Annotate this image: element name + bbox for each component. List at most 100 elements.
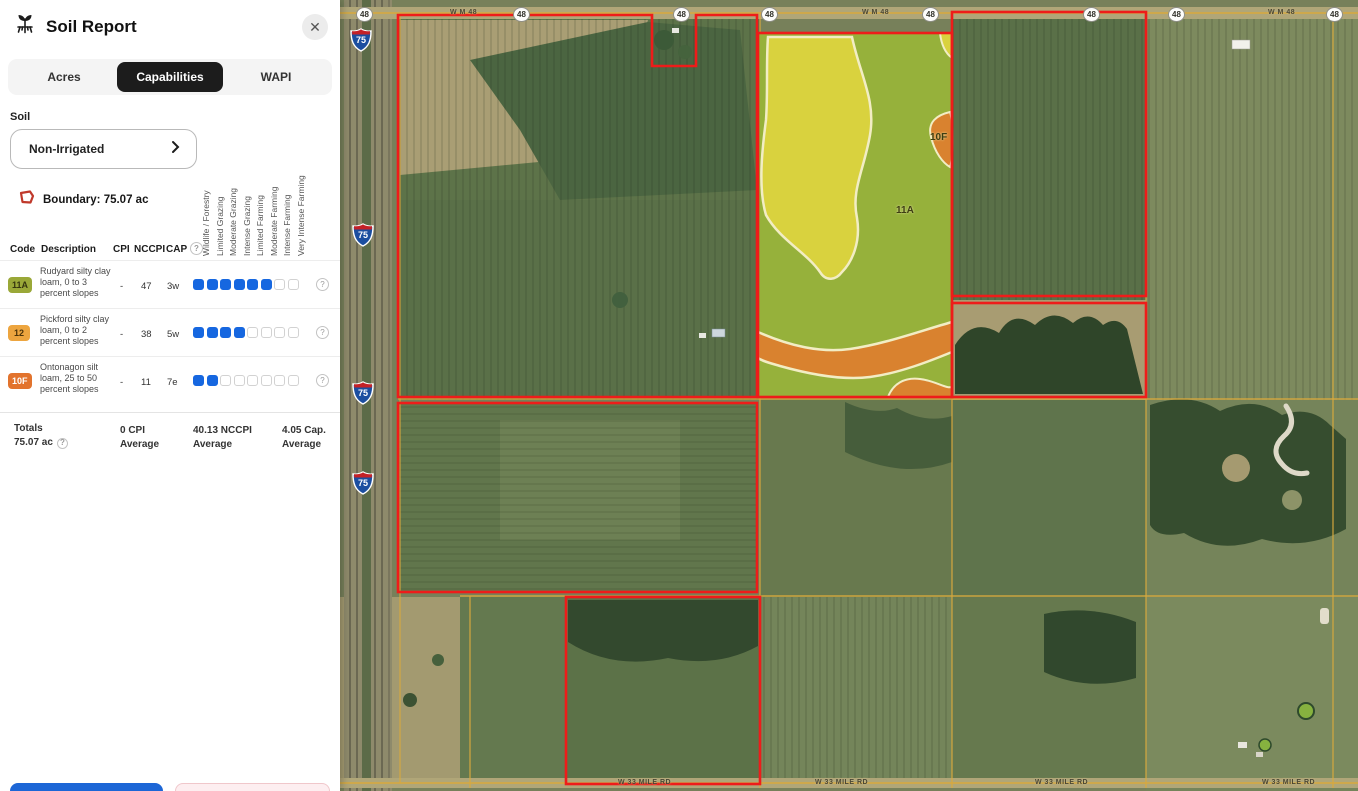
boundary-shape-icon [18, 189, 35, 210]
cpi-value: - [120, 281, 123, 292]
irrigation-dropdown-value: Non-Irrigated [29, 142, 168, 156]
totals-nccpi: 40.13 NCCPIAverage [193, 424, 252, 451]
road-label-top: W M 48 [1268, 9, 1295, 16]
interstate-75-shield-icon: 75 [352, 223, 374, 247]
panel-header: Soil Report ✕ [0, 0, 340, 51]
interstate-75-shield-icon: 75 [352, 471, 374, 495]
route-48-shield-icon: 48 [1168, 7, 1185, 22]
cpi-value: - [120, 329, 123, 340]
col-header-cpi: CPI [113, 244, 130, 255]
capability-square-empty [288, 279, 299, 290]
capability-squares [193, 327, 299, 338]
capability-square-filled [207, 375, 218, 386]
cpi-value: - [120, 377, 123, 388]
tab-acres[interactable]: Acres [11, 62, 117, 92]
route-48-shield-icon: 48 [922, 7, 939, 22]
road-label-bottom: W 33 MILE RD [1262, 779, 1315, 786]
route-48-shield-icon: 48 [1083, 7, 1100, 22]
capability-square-filled [247, 279, 258, 290]
chevron-right-icon [168, 140, 182, 159]
col-header-nccpi: NCCPI [134, 244, 165, 255]
soil-description: Pickford silty clay loam, 0 to 2 percent… [40, 314, 112, 346]
row-help-icon[interactable]: ? [316, 326, 329, 339]
footer-secondary-button[interactable] [175, 783, 330, 791]
capability-square-empty [274, 279, 285, 290]
interstate-75-shield-icon: 75 [350, 28, 372, 52]
totals-cpi: 0 CPIAverage [120, 424, 159, 451]
capability-square-filled [234, 327, 245, 338]
capability-square-filled [261, 279, 272, 290]
soil-section-label: Soil [10, 111, 340, 123]
row-help-icon[interactable]: ? [316, 278, 329, 291]
capability-square-filled [220, 279, 231, 290]
col-header-code: Code [10, 244, 35, 255]
capability-squares [193, 375, 299, 386]
capability-square-filled [193, 375, 204, 386]
totals-help-icon[interactable]: ? [57, 438, 68, 449]
irrigation-dropdown[interactable]: Non-Irrigated [10, 129, 197, 169]
capability-squares [193, 279, 299, 290]
capability-square-filled [234, 279, 245, 290]
soil-code-badge: 12 [8, 325, 30, 341]
col-header-description: Description [41, 244, 96, 255]
nccpi-value: 47 [141, 281, 152, 292]
capability-square-filled [220, 327, 231, 338]
soil-overlay-polygon [758, 33, 952, 397]
road-label-bottom: W 33 MILE RD [1035, 779, 1088, 786]
capability-square-empty [220, 375, 231, 386]
totals-row: Totals 75.07 ac ? 0 CPIAverage 40.13 NCC… [0, 412, 340, 422]
cap-value: 3w [167, 281, 179, 292]
table-rows: 11ARudyard silty clay loam, 0 to 3 perce… [0, 260, 340, 404]
close-icon[interactable]: ✕ [302, 14, 328, 40]
nccpi-value: 38 [141, 329, 152, 340]
table-row: 11ARudyard silty clay loam, 0 to 3 perce… [0, 260, 340, 308]
app-window: 757575754848484848484848W M 48W M 48W M … [0, 0, 1358, 791]
soil-area-label: 10F [930, 132, 947, 143]
capability-square-empty [247, 327, 258, 338]
route-48-shield-icon: 48 [761, 7, 778, 22]
capability-square-filled [207, 279, 218, 290]
tab-capabilities[interactable]: Capabilities [117, 62, 223, 92]
panel-footer-buttons [0, 783, 340, 791]
panel-title: Soil Report [46, 17, 302, 37]
footer-primary-button[interactable] [10, 783, 163, 791]
col-header-cap: CAP [166, 244, 187, 255]
row-help-icon[interactable]: ? [316, 374, 329, 387]
nccpi-value: 11 [141, 377, 151, 388]
road-label-top: W M 48 [862, 9, 889, 16]
soil-report-panel: Soil Report ✕ AcresCapabilitiesWAPI Soil… [0, 0, 340, 791]
route-48-shield-icon: 48 [513, 7, 530, 22]
totals-cap: 4.05 Cap.Average [282, 424, 326, 451]
table-header-row: Code Description CPI NCCPI CAP ? [0, 240, 340, 260]
cap-value: 7e [167, 377, 178, 388]
capability-square-empty [234, 375, 245, 386]
capability-square-filled [207, 327, 218, 338]
capability-square-filled [193, 279, 204, 290]
soil-description: Ontonagon silt loam, 25 to 50 percent sl… [40, 362, 112, 394]
route-48-shield-icon: 48 [673, 7, 690, 22]
table-row: 12 Pickford silty clay loam, 0 to 2 perce… [0, 308, 340, 356]
soil-table: Code Description CPI NCCPI CAP ? 11ARudy… [0, 240, 340, 404]
road-label-bottom: W 33 MILE RD [618, 779, 671, 786]
totals-label: Totals [14, 422, 68, 436]
route-48-shield-icon: 48 [1326, 7, 1343, 22]
interstate-75-shield-icon: 75 [352, 381, 374, 405]
tab-wapi[interactable]: WAPI [223, 62, 329, 92]
soil-code-badge: 11A [8, 277, 32, 293]
capability-square-empty [261, 327, 272, 338]
report-tabs: AcresCapabilitiesWAPI [8, 59, 332, 95]
capability-square-filled [193, 327, 204, 338]
road-label-bottom: W 33 MILE RD [815, 779, 868, 786]
soil-report-icon [14, 12, 36, 41]
boundary-row: Boundary: 75.07 ac [18, 189, 340, 210]
capability-square-empty [288, 327, 299, 338]
capability-square-empty [247, 375, 258, 386]
capabilities-help-icon[interactable]: ? [190, 242, 203, 255]
boundary-acreage: Boundary: 75.07 ac [43, 194, 148, 206]
capability-square-empty [274, 375, 285, 386]
totals-acres: 75.07 ac [14, 436, 53, 450]
table-row: 10F Ontonagon silt loam, 25 to 50 percent… [0, 356, 340, 404]
capability-square-empty [274, 327, 285, 338]
soil-code-badge: 10F [8, 373, 32, 389]
capability-square-empty [288, 375, 299, 386]
